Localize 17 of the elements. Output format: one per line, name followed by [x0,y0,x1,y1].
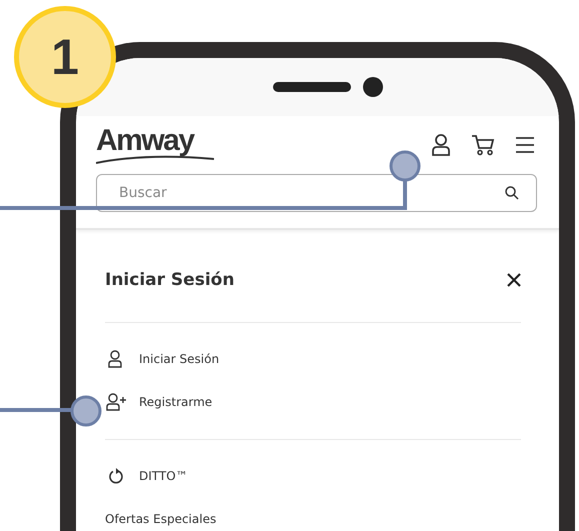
step-badge: 1 [14,6,116,108]
leader-line [0,408,71,412]
speaker-icon [272,82,350,92]
camera-icon [362,77,382,97]
panel-title: Iniciar Sesión [105,270,234,290]
user-icon[interactable] [431,134,451,156]
menu-item[interactable]: Iniciar Sesión [139,352,220,366]
search-field[interactable]: Buscar [96,174,537,212]
cart-icon[interactable] [471,134,495,156]
add-user-icon [105,392,127,410]
brand-logo[interactable]: Amway [96,126,194,156]
menu-item[interactable]: DITTO™ [139,468,188,482]
menu-item[interactable]: Registrarme [139,394,212,408]
search-icon[interactable] [505,186,519,200]
close-icon[interactable] [507,273,521,287]
menu-item[interactable]: Ofertas Especiales [105,512,216,526]
menu-icon[interactable] [515,136,535,154]
